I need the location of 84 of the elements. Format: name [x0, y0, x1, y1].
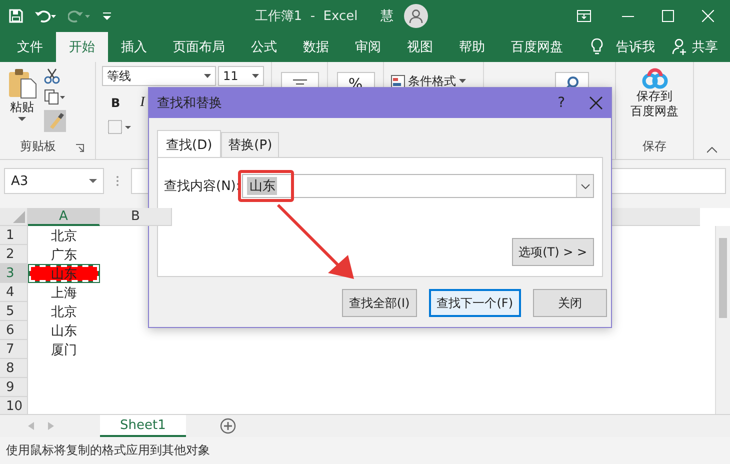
ribbon-tab[interactable]: 视图 — [394, 32, 446, 62]
ribbon-tab[interactable]: 开始 — [56, 32, 108, 62]
cell-reference: A3 — [11, 174, 28, 188]
font-size-dropdown[interactable]: 11 — [218, 66, 264, 86]
font-size: 11 — [223, 69, 238, 83]
bold-button[interactable]: B — [106, 93, 126, 113]
tell-me-link[interactable]: 告诉我 — [616, 38, 655, 56]
conditional-format-icon — [391, 74, 405, 88]
ribbon-tab[interactable]: 页面布局 — [160, 32, 238, 62]
ribbon-tab[interactable]: 审阅 — [342, 32, 394, 62]
table-cell[interactable]: 北京 — [28, 302, 100, 321]
redo-icon — [68, 8, 92, 24]
annotation-frame: 山东 — [238, 170, 294, 202]
ribbon-display-icon[interactable] — [576, 8, 592, 24]
add-sheet-icon[interactable] — [220, 418, 236, 434]
cloud-icon — [642, 67, 668, 89]
help-button[interactable]: ? — [558, 95, 565, 111]
row-header[interactable]: 5 — [0, 302, 28, 321]
status-text: 使用鼠标将复制的格式应用到其他对象 — [6, 442, 210, 459]
table-cell[interactable]: 北京 — [28, 226, 100, 245]
caret-icon — [18, 116, 26, 122]
row-header[interactable]: 3 — [0, 264, 28, 283]
undo-icon[interactable] — [34, 8, 58, 24]
save-icon[interactable] — [8, 8, 24, 24]
scissors-icon[interactable] — [44, 68, 60, 84]
row-header[interactable]: 9 — [0, 378, 28, 397]
sheet-tab[interactable]: Sheet1 — [100, 415, 186, 437]
caret-icon — [459, 79, 466, 84]
dialog-button[interactable]: 关闭 — [533, 289, 607, 317]
options-button[interactable]: 选项(T) > > — [512, 238, 594, 266]
dialog-title: 查找和替换 — [157, 95, 223, 112]
table-cell[interactable]: 广东 — [28, 245, 100, 264]
ribbon-tab[interactable]: 帮助 — [446, 32, 498, 62]
row-header[interactable]: 8 — [0, 359, 28, 378]
dialog-tab[interactable]: 替换(P) — [221, 132, 280, 157]
share-button[interactable]: 共享 — [692, 38, 718, 56]
chevron-down-icon[interactable] — [580, 184, 590, 188]
borders-icon[interactable] — [108, 120, 134, 134]
ribbon-tab[interactable]: 文件 — [4, 32, 56, 62]
customize-toolbar-icon[interactable] — [102, 10, 112, 22]
user-name: 慧 — [380, 8, 394, 25]
name-box[interactable]: A3 — [4, 168, 104, 194]
ribbon-tab[interactable]: 公式 — [238, 32, 290, 62]
dialog-button[interactable]: 查找全部(I) — [342, 289, 417, 317]
row-header[interactable]: 7 — [0, 340, 28, 359]
format-painter-icon[interactable] — [44, 110, 66, 132]
copy-icon[interactable] — [44, 89, 66, 105]
table-cell[interactable]: 山东 — [28, 321, 100, 340]
more-options-icon[interactable] — [116, 175, 119, 187]
ribbon-tab[interactable]: 数据 — [290, 32, 342, 62]
collapse-ribbon-icon[interactable] — [707, 147, 717, 153]
group-label: 保存 — [642, 138, 666, 155]
font-name-dropdown[interactable]: 等线 — [102, 66, 216, 86]
caret-icon — [204, 74, 211, 78]
row-header[interactable]: 4 — [0, 283, 28, 302]
clipboard-icon — [7, 67, 37, 99]
window-title: 工作簿1 - Excel — [254, 8, 359, 25]
close-icon[interactable] — [589, 96, 603, 110]
column-header[interactable]: A — [28, 208, 100, 226]
user-avatar[interactable] — [404, 4, 428, 28]
row-header[interactable]: 2 — [0, 245, 28, 264]
person-icon — [408, 8, 424, 24]
italic-button[interactable]: I — [135, 92, 150, 114]
dialog-launcher-icon[interactable] — [76, 144, 84, 152]
row-header[interactable]: 1 — [0, 226, 28, 245]
lightbulb-icon[interactable] — [590, 38, 604, 56]
ribbon-tab[interactable]: 插入 — [108, 32, 160, 62]
table-cell[interactable]: 山东 — [28, 264, 100, 283]
find-label: 查找内容(N): — [164, 178, 240, 195]
share-person-icon[interactable] — [672, 38, 688, 56]
group-label: 剪贴板 — [20, 138, 56, 155]
dialog-button[interactable]: 查找下一个(F) — [428, 289, 521, 317]
maximize-icon[interactable] — [662, 10, 674, 22]
save-to-cloud-button[interactable]: 保存到 百度网盘 — [630, 66, 680, 120]
table-cell[interactable]: 上海 — [28, 283, 100, 302]
caret-icon — [89, 178, 97, 184]
font-name: 等线 — [107, 68, 131, 84]
paste-button[interactable]: 粘贴 — [6, 66, 38, 123]
dialog-tab[interactable]: 查找(D) — [157, 130, 222, 158]
vertical-scrollbar[interactable] — [715, 226, 730, 415]
caret-icon — [252, 74, 259, 78]
row-header[interactable]: 6 — [0, 321, 28, 340]
table-cell[interactable]: 厦门 — [28, 340, 100, 359]
ribbon-tab[interactable]: 百度网盘 — [498, 32, 576, 62]
